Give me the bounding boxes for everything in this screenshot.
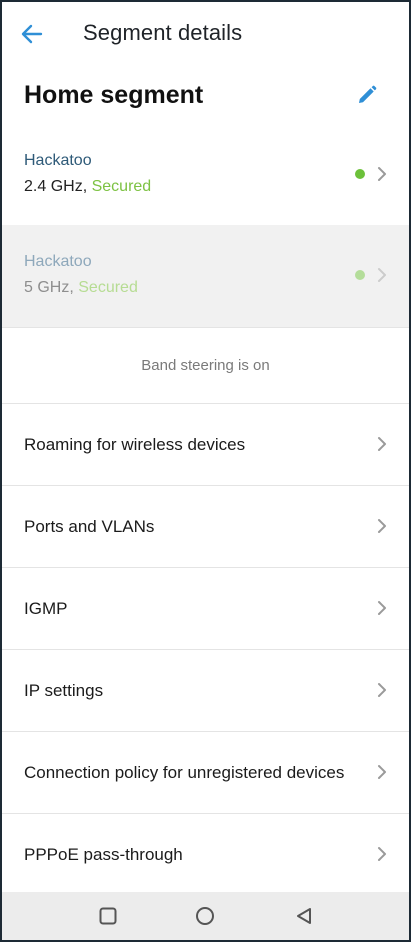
menu-item-pppoe[interactable]: PPPoE pass-through — [2, 814, 409, 895]
segment-name: Home segment — [24, 81, 204, 109]
chevron-right-icon — [378, 437, 386, 451]
network-band: 5 GHz, — [24, 279, 74, 296]
segment-heading: Home segment — [2, 68, 409, 124]
phone-screen: Segment details Home segment Hackatoo 2.… — [0, 0, 411, 942]
chevron-right-icon — [378, 847, 386, 861]
menu-item-roaming[interactable]: Roaming for wireless devices — [2, 404, 409, 486]
chevron-right-icon — [378, 765, 386, 779]
square-recents-icon — [99, 907, 117, 925]
triangle-back-icon — [297, 908, 311, 924]
page-title: Segment details — [83, 20, 243, 45]
pencil-icon — [359, 85, 377, 103]
chevron-right-icon — [378, 683, 386, 697]
menu-item-label: PPPoE pass-through — [24, 845, 183, 864]
arrow-left-icon — [21, 24, 43, 44]
menu-item-label: Ports and VLANs — [24, 517, 155, 536]
band-steering-note: Band steering is on — [2, 328, 409, 404]
network-row-5ghz[interactable]: Hackatoo 5 GHz, Secured — [2, 225, 409, 328]
edit-segment-button[interactable] — [352, 80, 382, 110]
status-dot — [355, 169, 365, 179]
network-band-status: 2.4 GHz, Secured — [24, 178, 151, 196]
system-back-button[interactable] — [292, 904, 316, 928]
menu-item-ip-settings[interactable]: IP settings — [2, 650, 409, 732]
menu-item-label: IP settings — [24, 681, 104, 700]
menu-item-ports-vlans[interactable]: Ports and VLANs — [2, 486, 409, 568]
menu-item-igmp[interactable]: IGMP — [2, 568, 409, 650]
network-security: Secured — [91, 178, 152, 195]
recents-button[interactable] — [96, 904, 120, 928]
status-dot — [355, 270, 365, 280]
network-row-2-4ghz[interactable]: Hackatoo 2.4 GHz, Secured — [2, 124, 409, 227]
circle-home-icon — [196, 907, 214, 925]
menu-item-label: Roaming for wireless devices — [24, 435, 246, 454]
network-band-status: 5 GHz, Secured — [24, 279, 138, 297]
system-nav-bar — [2, 892, 409, 940]
network-ssid: Hackatoo — [24, 152, 92, 169]
network-security: Secured — [78, 279, 138, 296]
chevron-right-icon — [378, 601, 386, 615]
back-button[interactable] — [18, 20, 46, 48]
app-bar: Segment details — [2, 2, 409, 68]
chevron-right-icon — [378, 268, 386, 282]
menu-item-label: IGMP — [24, 599, 68, 618]
network-ssid: Hackatoo — [24, 253, 92, 270]
home-button[interactable] — [193, 904, 217, 928]
network-band: 2.4 GHz, — [24, 178, 88, 195]
menu-item-connection-policy[interactable]: Connection policy for unregistered devic… — [2, 732, 409, 814]
chevron-right-icon — [378, 519, 386, 533]
chevron-right-icon — [378, 167, 386, 181]
menu-item-label: Connection policy for unregistered devic… — [24, 763, 345, 782]
